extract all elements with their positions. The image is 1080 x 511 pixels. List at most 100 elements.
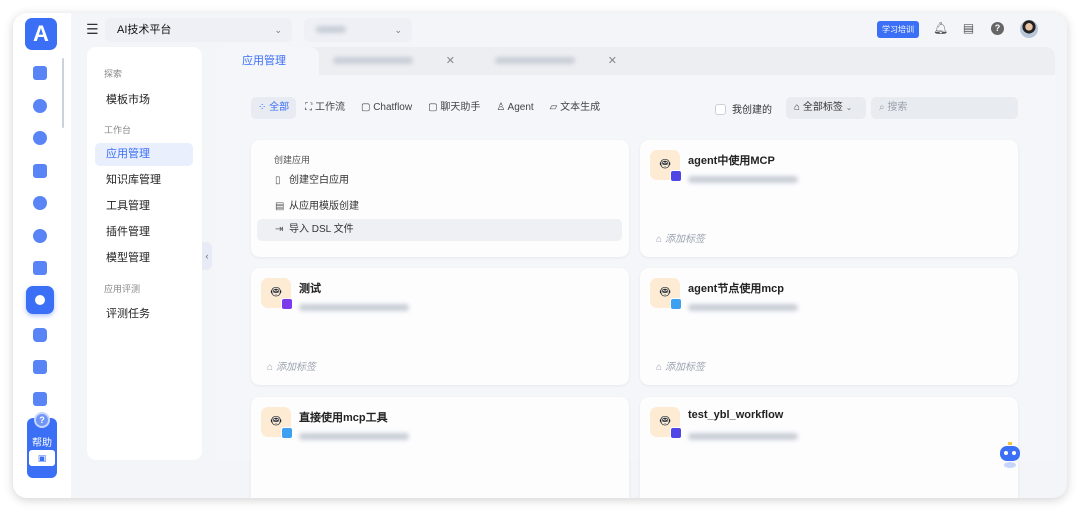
item-label: 从应用模版创建 (289, 201, 359, 212)
filter-chatflow[interactable]: ▢ Chatflow (354, 97, 419, 119)
chevron-down-icon: ⌄ (394, 25, 402, 35)
list-icon[interactable] (33, 261, 47, 275)
add-tag-button[interactable]: ⌂ 添加标签 (267, 358, 316, 373)
workspace-blurred (316, 26, 346, 33)
app-title: 直接使用mcp工具 (299, 412, 388, 424)
app-title: 测试 (299, 283, 321, 295)
filter-label: Agent (507, 102, 534, 113)
tag-select-label: 全部标签 (802, 102, 843, 113)
help-circle-icon[interactable]: ? (991, 22, 1004, 35)
server-icon[interactable] (33, 392, 47, 406)
app-type-badge-icon (670, 298, 682, 310)
search-placeholder: 搜索 (887, 102, 908, 113)
apps-icon[interactable] (33, 66, 47, 80)
app-type-badge-icon (670, 427, 682, 439)
menu-toggle-icon[interactable]: ☰ (86, 21, 99, 38)
app-title: agent节点使用mcp (688, 283, 784, 295)
app-card[interactable]: 🤖︎ agent节点使用mcp ⌂ 添加标签 (640, 268, 1018, 385)
item-label: 创建空白应用 (289, 175, 349, 186)
archive-icon[interactable] (33, 360, 47, 374)
add-tag-label: 添加标签 (664, 234, 705, 245)
import-icon: ⇥ (275, 224, 284, 235)
app-type-badge-icon (281, 298, 293, 310)
hexagon-icon[interactable] (33, 229, 47, 243)
app-description-blurred (299, 298, 414, 316)
workspace-select[interactable]: ⌄ (304, 18, 412, 42)
section-title: 应用评测 (104, 284, 141, 294)
filter-workflow[interactable]: ⛶ 工作流 (298, 97, 352, 119)
mine-checkbox[interactable]: 我创建的 (715, 101, 772, 116)
sidebar-item-eval-tasks[interactable]: 评测任务 (95, 303, 193, 326)
tab-2[interactable]: ✕ (333, 47, 455, 75)
create-header: 创建应用 (274, 155, 311, 165)
database-icon[interactable] (33, 328, 47, 342)
template-icon: ▤ (275, 201, 285, 212)
tab-3[interactable]: ✕ (495, 47, 617, 75)
network-icon[interactable] (33, 99, 47, 113)
add-tag-label: 添加标签 (664, 362, 705, 373)
checkbox[interactable] (715, 104, 726, 115)
bell-icon[interactable]: 🔔︎ (933, 22, 948, 35)
assistant-bot-icon[interactable] (995, 440, 1025, 470)
add-tag-label: 添加标签 (275, 362, 316, 373)
sidebar: 探索 模板市场 工作台 应用管理 知识库管理 工具管理 插件管理 模型管理 应用… (87, 47, 202, 460)
app-card[interactable]: 🤖︎ 直接使用mcp工具 (251, 397, 629, 498)
filter-all[interactable]: ⁘ 全部 (251, 97, 297, 119)
app-type-badge-icon (281, 427, 293, 439)
rail-scrollbar[interactable] (62, 58, 64, 128)
tag-select[interactable]: ⌂ 全部标签 ⌄ (786, 97, 866, 119)
filter-label: Chatflow (373, 102, 413, 113)
create-from-template[interactable]: ▤ 从应用模版创建 (257, 196, 622, 218)
app-title: test_ybl_workflow (688, 409, 784, 421)
app-window: A ? 帮助 ▣ ☰ AI技术平台 ⌄ ⌄ 学习培训 🔔︎ ▤ ? 探索 模板市… (13, 13, 1067, 498)
shield-icon[interactable] (33, 131, 47, 145)
filter-label: 工作流 (314, 102, 345, 113)
sidebar-item-models[interactable]: 模型管理 (95, 247, 193, 270)
close-icon[interactable]: ✕ (446, 47, 455, 75)
app-description-blurred (688, 427, 803, 445)
close-icon[interactable]: ✕ (608, 47, 617, 75)
app-card[interactable]: 🤖︎ test_ybl_workflow (640, 397, 1018, 498)
add-tag-button[interactable]: ⌂ 添加标签 (656, 358, 705, 373)
section-title: 探索 (104, 69, 123, 79)
tab-label-blurred (333, 57, 413, 64)
chevron-down-icon: ⌄ (274, 25, 282, 35)
add-tag-button[interactable]: ⌂ 添加标签 (656, 230, 705, 245)
filter-label: 聊天助手 (440, 102, 481, 113)
search-input[interactable]: ⌕ 搜索 (871, 97, 1018, 119)
filter-label: 文本生成 (560, 102, 601, 113)
filter-text-gen[interactable]: ▱ 文本生成 (543, 97, 607, 119)
create-blank-app[interactable]: ▯ 创建空白应用 (257, 170, 622, 192)
create-app-card: 创建应用 ▯ 创建空白应用 ▤ 从应用模版创建 ⇥ 导入 DSL 文件 (251, 140, 629, 257)
app-type-badge-icon (670, 170, 682, 182)
chart-icon[interactable] (33, 196, 47, 210)
tab-bar: 应用管理 ✕ ✕ (215, 47, 1055, 75)
grid-icon[interactable] (33, 164, 47, 178)
tab-label-blurred (495, 57, 575, 64)
collapse-sidebar-button[interactable]: ‹ (202, 242, 212, 270)
sidebar-item-tools[interactable]: 工具管理 (95, 195, 193, 218)
tab-app-management[interactable]: 应用管理 (215, 47, 319, 75)
sidebar-item-app-management[interactable]: 应用管理 (95, 143, 193, 166)
sidebar-item-knowledge[interactable]: 知识库管理 (95, 169, 193, 192)
app-list-panel: ⁘ 全部 ⛶ 工作流 ▢ Chatflow ▢ 聊天助手 ♙ Agent ▱ 文… (215, 75, 1055, 498)
app-management-icon[interactable] (26, 286, 54, 314)
filter-agent[interactable]: ♙ Agent (489, 97, 540, 119)
icon-rail: A ? 帮助 ▣ (13, 13, 71, 498)
avatar[interactable] (1020, 20, 1038, 38)
item-label: 导入 DSL 文件 (289, 224, 354, 235)
filter-chatbot[interactable]: ▢ 聊天助手 (421, 97, 487, 119)
manual-icon[interactable]: ▣ (29, 450, 55, 466)
help-button[interactable]: ? 帮助 ▣ (27, 412, 57, 478)
file-plus-icon: ▯ (275, 175, 281, 186)
type-filters: ⁘ 全部 ⛶ 工作流 ▢ Chatflow ▢ 聊天助手 ♙ Agent ▱ 文… (251, 97, 607, 119)
sidebar-item-plugins[interactable]: 插件管理 (95, 221, 193, 244)
training-button[interactable]: 学习培训 (877, 21, 919, 38)
calendar-icon[interactable]: ▤ (962, 22, 975, 35)
app-card[interactable]: 🤖︎ agent中使用MCP ⌂ 添加标签 (640, 140, 1018, 257)
platform-select[interactable]: AI技术平台 ⌄ (105, 18, 292, 42)
app-card[interactable]: 🤖︎ 测试 ⌂ 添加标签 (251, 268, 629, 385)
app-description-blurred (688, 170, 803, 188)
sidebar-item-template-market[interactable]: 模板市场 (95, 89, 193, 112)
import-dsl[interactable]: ⇥ 导入 DSL 文件 (257, 219, 622, 241)
